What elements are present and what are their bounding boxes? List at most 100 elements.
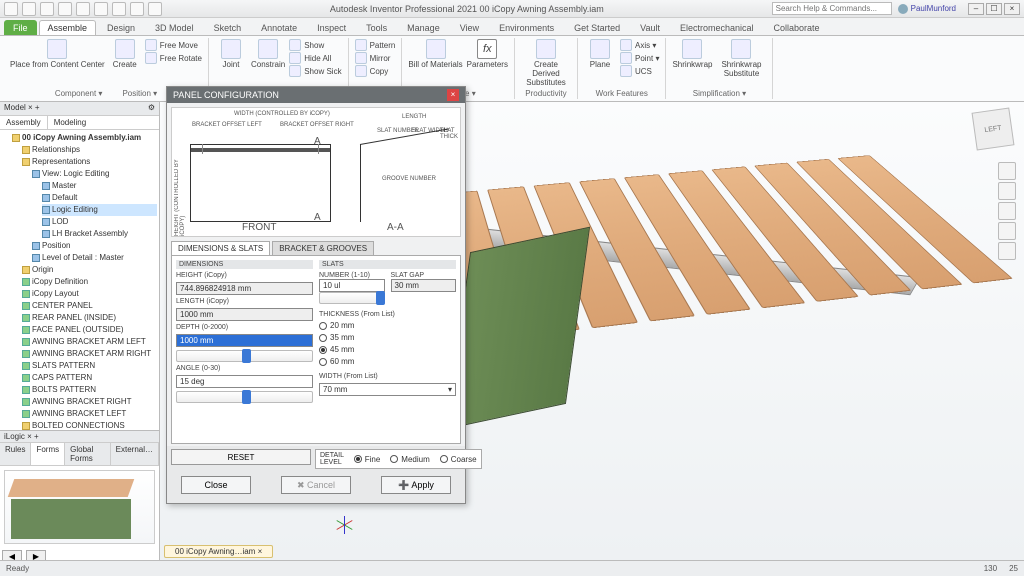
tree-item[interactable]: LOD xyxy=(42,216,157,228)
tab-sketch[interactable]: Sketch xyxy=(205,20,251,35)
tree-item[interactable]: AWNING BRACKET LEFT xyxy=(22,408,157,420)
nav-orbit-icon[interactable] xyxy=(998,182,1016,200)
doc-tab[interactable]: 00 iCopy Awning…iam × xyxy=(164,545,273,558)
ilogic-tab-forms[interactable]: Forms xyxy=(31,443,65,465)
depth-slider[interactable] xyxy=(176,350,313,362)
qat-save-icon[interactable] xyxy=(40,2,54,16)
detail-fine[interactable]: Fine xyxy=(354,455,381,464)
tab-electromech[interactable]: Electromechanical xyxy=(671,20,763,35)
tree-item[interactable]: REAR PANEL (INSIDE) xyxy=(22,312,157,324)
browser-tab-assembly[interactable]: Assembly xyxy=(0,116,48,129)
shrinkwrap-sub-button[interactable]: Shrinkwrap Substitute xyxy=(716,39,766,78)
width-select[interactable]: 70 mm▾ xyxy=(319,383,456,396)
tree-item[interactable]: Default xyxy=(42,192,157,204)
thick-35[interactable]: 35 mm xyxy=(319,333,456,342)
number-slider[interactable] xyxy=(319,292,385,304)
nav-look-icon[interactable] xyxy=(998,242,1016,260)
ucs-button[interactable]: UCS xyxy=(620,65,659,77)
qat-appearance-icon[interactable] xyxy=(130,2,144,16)
qat-material-icon[interactable] xyxy=(112,2,126,16)
create-button[interactable]: Create xyxy=(109,39,141,69)
depth-field[interactable]: 1000 mm xyxy=(176,334,313,347)
tree-item[interactable]: Relationships xyxy=(22,144,157,156)
tree-item[interactable]: BOLTED CONNECTIONS xyxy=(22,420,157,430)
tree-item[interactable]: Level of Detail : Master xyxy=(32,252,157,264)
tab-inspect[interactable]: Inspect xyxy=(308,20,355,35)
tree-item[interactable]: CAPS PATTERN xyxy=(22,372,157,384)
tree-root[interactable]: 00 iCopy Awning Assembly.iam xyxy=(12,132,157,144)
show-button[interactable]: Show xyxy=(289,39,341,51)
qat-fx-icon[interactable] xyxy=(148,2,162,16)
dialog-titlebar[interactable]: PANEL CONFIGURATION × xyxy=(167,87,465,103)
tree-item[interactable]: iCopy Layout xyxy=(22,288,157,300)
angle-slider[interactable] xyxy=(176,391,313,403)
bom-button[interactable]: Bill of Materials xyxy=(408,39,462,69)
dialog-close-btn[interactable]: Close xyxy=(181,476,251,494)
copy-button[interactable]: Copy xyxy=(355,65,396,77)
ilogic-tab-rules[interactable]: Rules xyxy=(0,443,31,465)
panel-title-component[interactable]: Component ▾ xyxy=(55,89,103,98)
thick-20[interactable]: 20 mm xyxy=(319,321,456,330)
angle-field[interactable]: 15 deg xyxy=(176,375,313,388)
dialog-close-button[interactable]: × xyxy=(447,89,459,101)
model-tree[interactable]: 00 iCopy Awning Assembly.iam Relationshi… xyxy=(0,130,159,430)
axis-button[interactable]: Axis ▾ xyxy=(620,39,659,51)
panel-title-position[interactable]: Position ▾ xyxy=(122,89,157,98)
detail-medium[interactable]: Medium xyxy=(390,455,429,464)
point-button[interactable]: Point ▾ xyxy=(620,52,659,64)
qat-undo-icon[interactable] xyxy=(58,2,72,16)
detail-coarse[interactable]: Coarse xyxy=(440,455,477,464)
nav-zoom-icon[interactable] xyxy=(998,222,1016,240)
joint-button[interactable]: Joint xyxy=(215,39,247,69)
tab-view[interactable]: View xyxy=(451,20,488,35)
tree-item[interactable]: FACE PANEL (OUTSIDE) xyxy=(22,324,157,336)
tree-item[interactable]: Master xyxy=(42,180,157,192)
help-search-input[interactable] xyxy=(772,2,892,15)
qat-app-icon[interactable] xyxy=(4,2,18,16)
panel-title-simplification[interactable]: Simplification ▾ xyxy=(693,89,746,98)
browser-gear-icon[interactable]: ⚙ xyxy=(148,103,155,114)
plane-button[interactable]: Plane xyxy=(584,39,616,69)
free-move-button[interactable]: Free Move xyxy=(145,39,202,51)
pattern-button[interactable]: Pattern xyxy=(355,39,396,51)
dlg-tab-dims[interactable]: DIMENSIONS & SLATS xyxy=(171,241,270,255)
place-from-cc-button[interactable]: Place from Content Center xyxy=(10,39,105,69)
nav-home-icon[interactable] xyxy=(998,162,1016,180)
thick-60[interactable]: 60 mm xyxy=(319,357,456,366)
hideall-button[interactable]: Hide All xyxy=(289,52,341,64)
qat-redo-icon[interactable] xyxy=(76,2,90,16)
shrinkwrap-button[interactable]: Shrinkwrap xyxy=(672,39,712,69)
form-thumbnail[interactable] xyxy=(0,466,159,548)
tab-getstarted[interactable]: Get Started xyxy=(565,20,629,35)
close-button[interactable]: × xyxy=(1004,3,1020,15)
parameters-button[interactable]: fxParameters xyxy=(467,39,508,69)
tab-design[interactable]: Design xyxy=(98,20,144,35)
thick-45[interactable]: 45 mm xyxy=(319,345,456,354)
tree-item[interactable]: SLATS PATTERN xyxy=(22,360,157,372)
qat-open-icon[interactable] xyxy=(22,2,36,16)
tab-annotate[interactable]: Annotate xyxy=(252,20,306,35)
nav-pan-icon[interactable] xyxy=(998,202,1016,220)
tab-tools[interactable]: Tools xyxy=(357,20,396,35)
mirror-button[interactable]: Mirror xyxy=(355,52,396,64)
minimize-button[interactable]: – xyxy=(968,3,984,15)
tab-manage[interactable]: Manage xyxy=(398,20,449,35)
tree-item[interactable]: Representations xyxy=(22,156,157,168)
tab-file[interactable]: File xyxy=(4,20,37,35)
free-rotate-button[interactable]: Free Rotate xyxy=(145,52,202,64)
tree-item[interactable]: iCopy Definition xyxy=(22,276,157,288)
tab-vault[interactable]: Vault xyxy=(631,20,669,35)
tree-item[interactable]: LH Bracket Assembly xyxy=(42,228,157,240)
tree-item[interactable]: Position xyxy=(32,240,157,252)
constrain-button[interactable]: Constrain xyxy=(251,39,285,69)
tree-item-selected[interactable]: Logic Editing xyxy=(42,204,157,216)
tab-3dmodel[interactable]: 3D Model xyxy=(146,20,203,35)
tree-item[interactable]: Origin xyxy=(22,264,157,276)
dlg-tab-bracket[interactable]: BRACKET & GROOVES xyxy=(272,241,374,255)
browser-tab-modeling[interactable]: Modeling xyxy=(48,116,92,129)
tree-item[interactable]: AWNING BRACKET ARM RIGHT xyxy=(22,348,157,360)
maximize-button[interactable]: ☐ xyxy=(986,3,1002,15)
tab-assemble[interactable]: Assemble xyxy=(39,20,97,35)
ilogic-tab-global[interactable]: Global Forms xyxy=(65,443,111,465)
dialog-cancel-btn[interactable]: ✖ Cancel xyxy=(281,476,351,494)
